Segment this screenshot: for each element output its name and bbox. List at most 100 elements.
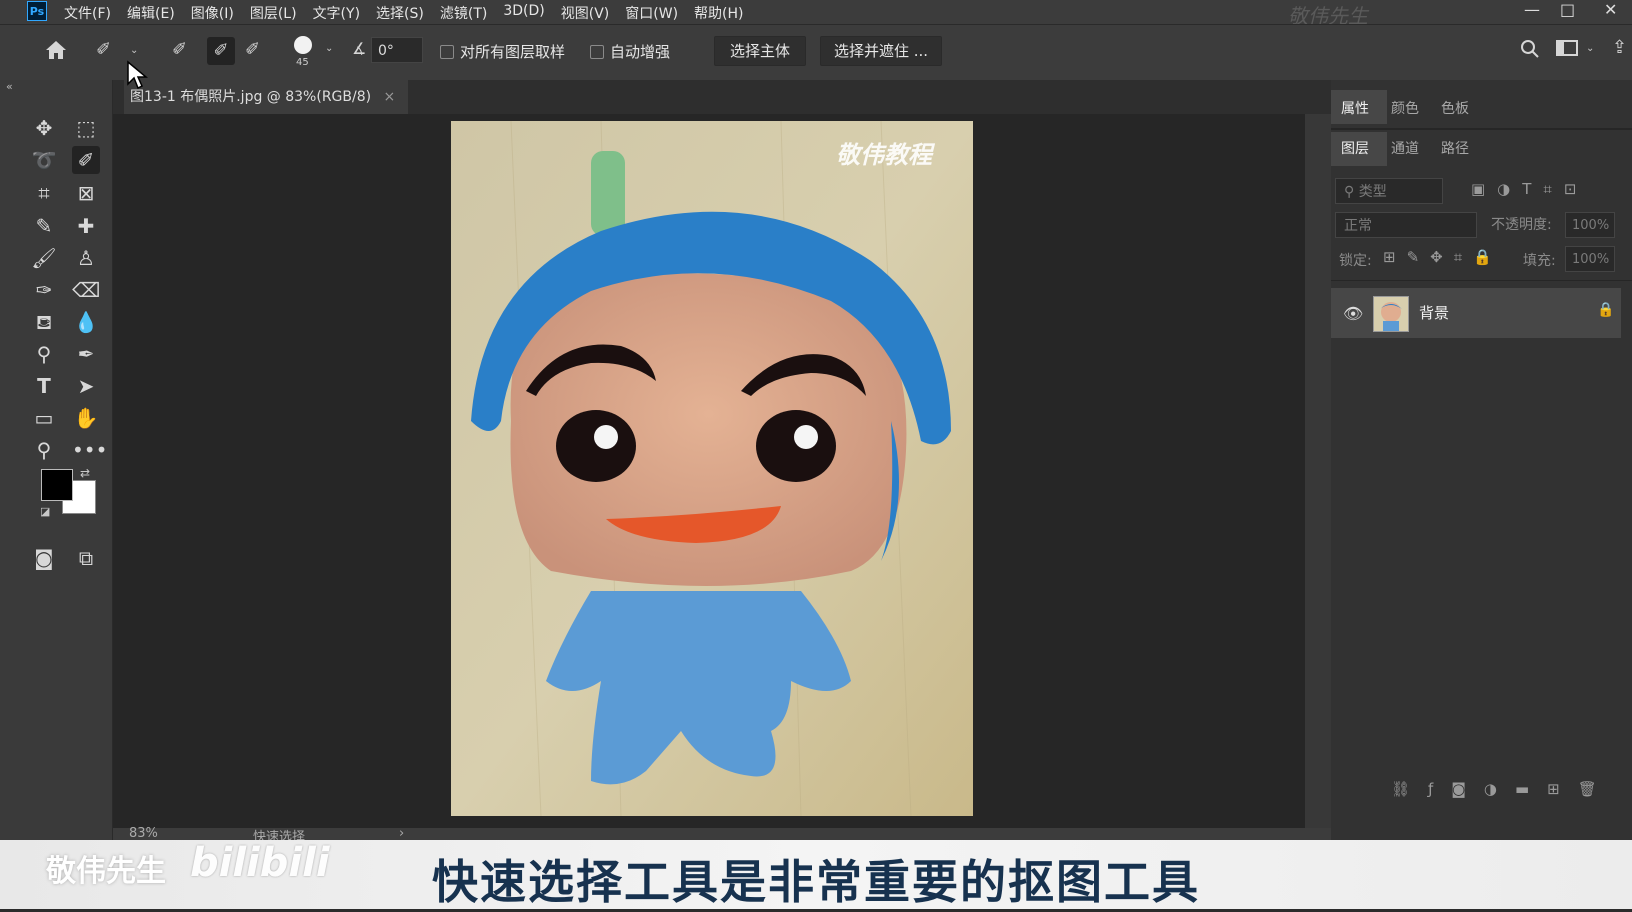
pen-tool-icon[interactable]: ✒: [72, 340, 100, 368]
menu-select[interactable]: 选择(S): [376, 3, 424, 23]
tools-panel: ✥ ⬚ ➰ ✐ ⌗ ⊠ ✎ ✚ 🖌 ♙ ✑ ⌫ ⛾ 💧 ⚲ ✒ T ➤ ▭ ✋ …: [20, 80, 113, 840]
search-icon[interactable]: [1520, 39, 1540, 64]
blend-mode-select[interactable]: 正常: [1335, 212, 1477, 238]
dodge-tool-icon[interactable]: ⚲: [30, 340, 58, 368]
select-and-mask-button[interactable]: 选择并遮住 ...: [820, 36, 942, 66]
document-title: 图13-1 布偶照片.jpg @ 83%(RGB/8): [130, 89, 372, 105]
default-colors-icon[interactable]: ◪: [40, 505, 50, 518]
fill-label: 填充:: [1523, 253, 1556, 269]
layer-filter-label: 类型: [1358, 184, 1387, 200]
home-icon[interactable]: [44, 39, 68, 66]
tab-properties[interactable]: 属性: [1341, 98, 1369, 118]
history-brush-tool-icon[interactable]: ✑: [30, 276, 58, 304]
lock-icons[interactable]: ⊞✎✥⌗🔒: [1383, 248, 1503, 266]
layer-thumbnail: [1373, 296, 1409, 332]
frame-tool-icon[interactable]: ⊠: [72, 179, 100, 207]
foreground-color-swatch[interactable]: [41, 469, 73, 501]
layer-row[interactable]: 👁 背景 🔒: [1331, 288, 1621, 338]
tab-color[interactable]: 颜色: [1391, 98, 1419, 118]
menu-layer[interactable]: 图层(L): [250, 3, 297, 23]
left-eye: [556, 410, 636, 482]
layer-filter-select[interactable]: ⚲ 类型: [1335, 178, 1443, 204]
angle-icon: ∡: [352, 39, 367, 58]
fill-input[interactable]: 100%: [1565, 246, 1615, 272]
marquee-tool-icon[interactable]: ⬚: [72, 114, 100, 142]
blur-tool-icon[interactable]: 💧: [72, 308, 100, 336]
close-tab-icon[interactable]: ×: [384, 89, 396, 105]
right-panels: 属性 颜色 色板 图层 通道 路径 ⚲ 类型 ▣◑T⌗⊡ 正常 不透明度: 10…: [1331, 80, 1632, 840]
document-tab[interactable]: 图13-1 布偶照片.jpg @ 83%(RGB/8) ×: [124, 80, 408, 114]
layer-name[interactable]: 背景: [1419, 302, 1449, 323]
photo-watermark: 敬伟教程: [836, 140, 936, 169]
sample-all-layers-checkbox[interactable]: [440, 45, 454, 59]
rectangle-tool-icon[interactable]: ▭: [30, 404, 58, 432]
auto-enhance-checkbox[interactable]: [590, 45, 604, 59]
brush-preview-icon[interactable]: [294, 36, 312, 54]
angle-input[interactable]: 0°: [371, 37, 423, 63]
tab-swatches[interactable]: 色板: [1441, 98, 1469, 118]
zoom-level[interactable]: 83%: [129, 826, 158, 841]
tool-preset-icon[interactable]: ✐: [96, 39, 111, 60]
quick-mask-icon[interactable]: ◙: [30, 544, 58, 572]
brush-tool-icon[interactable]: 🖌: [30, 244, 58, 272]
share-icon[interactable]: ⇪: [1612, 37, 1627, 58]
clone-stamp-tool-icon[interactable]: ♙: [72, 244, 100, 272]
tab-channels[interactable]: 通道: [1391, 138, 1419, 158]
mouse-cursor-icon: [126, 60, 149, 94]
visibility-eye-icon[interactable]: 👁: [1343, 304, 1363, 323]
lasso-tool-icon[interactable]: ➰: [30, 146, 58, 174]
quick-selection-tool-icon[interactable]: ✐: [72, 146, 100, 174]
add-to-selection-icon[interactable]: ✐: [207, 37, 235, 65]
menu-help[interactable]: 帮助(H): [694, 3, 743, 23]
video-subtitle: 快速选择工具是非常重要的抠图工具: [432, 855, 1200, 909]
panel-divider-2: [1331, 280, 1632, 281]
collapse-panel-icon[interactable]: «: [6, 80, 13, 93]
workspace-icon[interactable]: [1556, 39, 1578, 62]
screen-mode-icon[interactable]: ⧉: [72, 544, 100, 572]
workspace-chevron-icon[interactable]: ⌄: [1586, 43, 1594, 54]
layers-footer-icons[interactable]: ⛓ƒ◙◑▬⊞🗑: [1331, 780, 1632, 810]
auto-enhance-label: 自动增强: [610, 43, 671, 61]
opacity-label: 不透明度:: [1491, 217, 1552, 233]
menu-filter[interactable]: 滤镜(T): [440, 3, 487, 23]
minimize-icon[interactable]: —: [1524, 0, 1540, 19]
tab-layers[interactable]: 图层: [1341, 138, 1369, 158]
tab-paths[interactable]: 路径: [1441, 138, 1469, 158]
subtract-selection-icon[interactable]: ✐: [245, 39, 260, 60]
menu-image[interactable]: 图像(I): [191, 3, 234, 23]
menu-file[interactable]: 文件(F): [64, 3, 111, 23]
paint-bucket-tool-icon[interactable]: ⛾: [30, 308, 58, 336]
close-window-icon[interactable]: ✕: [1604, 0, 1617, 19]
doll-stem: [591, 151, 625, 236]
document-photo[interactable]: 敬伟教程: [451, 121, 973, 816]
menu-type[interactable]: 文字(Y): [313, 3, 360, 23]
opacity-input[interactable]: 100%: [1565, 212, 1615, 238]
main-menu: 文件(F) 编辑(E) 图像(I) 图层(L) 文字(Y) 选择(S) 滤镜(T…: [64, 3, 760, 23]
edit-toolbar-icon[interactable]: •••: [72, 436, 107, 464]
type-tool-icon[interactable]: T: [30, 372, 58, 400]
brush-picker-chevron-icon[interactable]: ⌄: [325, 43, 333, 54]
eraser-tool-icon[interactable]: ⌫: [72, 276, 100, 304]
path-selection-tool-icon[interactable]: ➤: [72, 372, 100, 400]
layer-lock-icon: 🔒: [1597, 302, 1615, 318]
swap-colors-icon[interactable]: ⇄: [80, 466, 90, 480]
menu-edit[interactable]: 编辑(E): [127, 3, 175, 23]
maximize-icon[interactable]: □: [1560, 0, 1575, 19]
menu-view[interactable]: 视图(V): [561, 3, 610, 23]
brush-size: 45: [296, 57, 309, 68]
zoom-tool-icon[interactable]: ⚲: [30, 436, 58, 464]
layer-filter-icons[interactable]: ▣◑T⌗⊡: [1471, 180, 1588, 198]
move-tool-icon[interactable]: ✥: [30, 114, 58, 142]
status-arrow-icon[interactable]: ›: [399, 826, 404, 841]
eyedropper-tool-icon[interactable]: ✎: [30, 212, 58, 240]
vertical-scrollbar[interactable]: [1305, 114, 1331, 828]
healing-brush-tool-icon[interactable]: ✚: [72, 212, 100, 240]
menu-window[interactable]: 窗口(W): [625, 3, 678, 23]
hand-tool-icon[interactable]: ✋: [72, 404, 100, 432]
menu-3d[interactable]: 3D(D): [503, 3, 544, 23]
select-subject-button[interactable]: 选择主体: [714, 36, 806, 66]
lock-label: 锁定:: [1339, 253, 1372, 269]
chevron-down-icon[interactable]: ⌄: [130, 45, 138, 56]
crop-tool-icon[interactable]: ⌗: [30, 179, 58, 207]
new-selection-icon[interactable]: ✐: [172, 39, 187, 60]
